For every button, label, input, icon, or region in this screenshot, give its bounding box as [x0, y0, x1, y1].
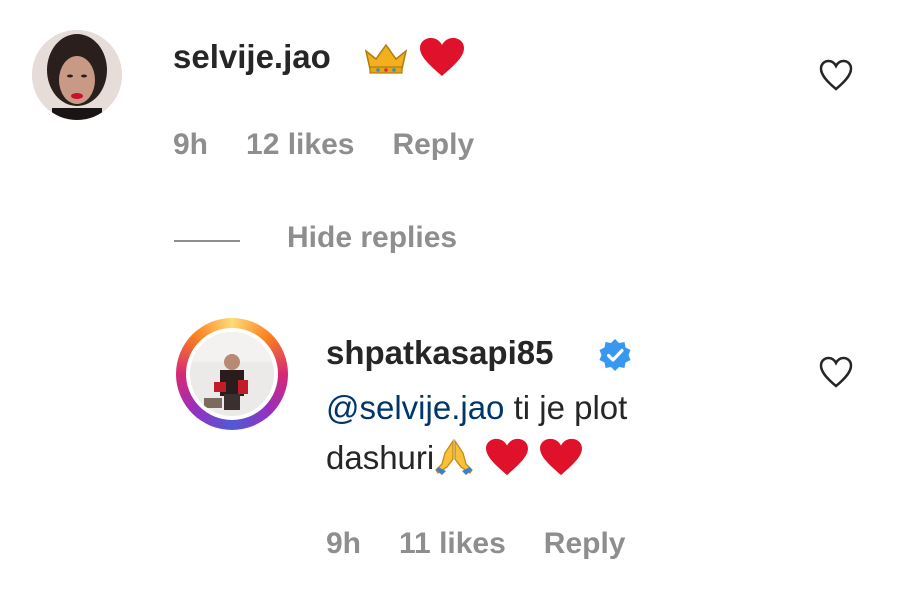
mention-link[interactable]: @selvije.jao [326, 389, 504, 426]
reply-reply-button[interactable]: Reply [544, 527, 626, 560]
like-heart-icon[interactable] [818, 58, 854, 92]
crown-emoji-icon [362, 41, 410, 80]
avatar-selvije-jao[interactable] [32, 30, 122, 120]
reply-text-body-2: dashuri [326, 439, 435, 476]
comment-likes[interactable]: 12 likes [246, 128, 354, 161]
red-heart-emoji-icon [484, 437, 530, 483]
hide-replies-button[interactable]: Hide replies [287, 221, 457, 255]
reply-meta: 9h 11 likes Reply [326, 527, 626, 561]
reply-text: @selvije.jao ti je plot dashuri [326, 385, 796, 483]
reply-username[interactable]: shpatkasapi85 [326, 334, 553, 372]
reply-time: 9h [326, 527, 362, 560]
red-heart-emoji-icon [538, 437, 584, 483]
reply-text-line-1: @selvije.jao ti je plot [326, 385, 796, 431]
reply-text-line-2: dashuri [326, 435, 796, 483]
reply-likes[interactable]: 11 likes [399, 527, 506, 560]
comment-username[interactable]: selvije.jao [173, 38, 331, 76]
folded-hands-emoji-icon [434, 437, 474, 483]
reply-like-heart-icon[interactable] [818, 355, 854, 389]
comment-username-text[interactable]: selvije.jao [173, 38, 331, 75]
comment-reply-button[interactable]: Reply [392, 128, 474, 161]
reply-text-body: ti je plot [504, 389, 628, 426]
verified-badge-icon [598, 338, 632, 377]
replies-divider [174, 240, 240, 242]
avatar-shpatkasapi85[interactable] [186, 328, 278, 420]
comment-time: 9h [173, 128, 209, 161]
comment-meta: 9h 12 likes Reply [173, 128, 474, 162]
red-heart-emoji-icon [418, 36, 466, 83]
reply-username-text[interactable]: shpatkasapi85 [326, 334, 553, 371]
